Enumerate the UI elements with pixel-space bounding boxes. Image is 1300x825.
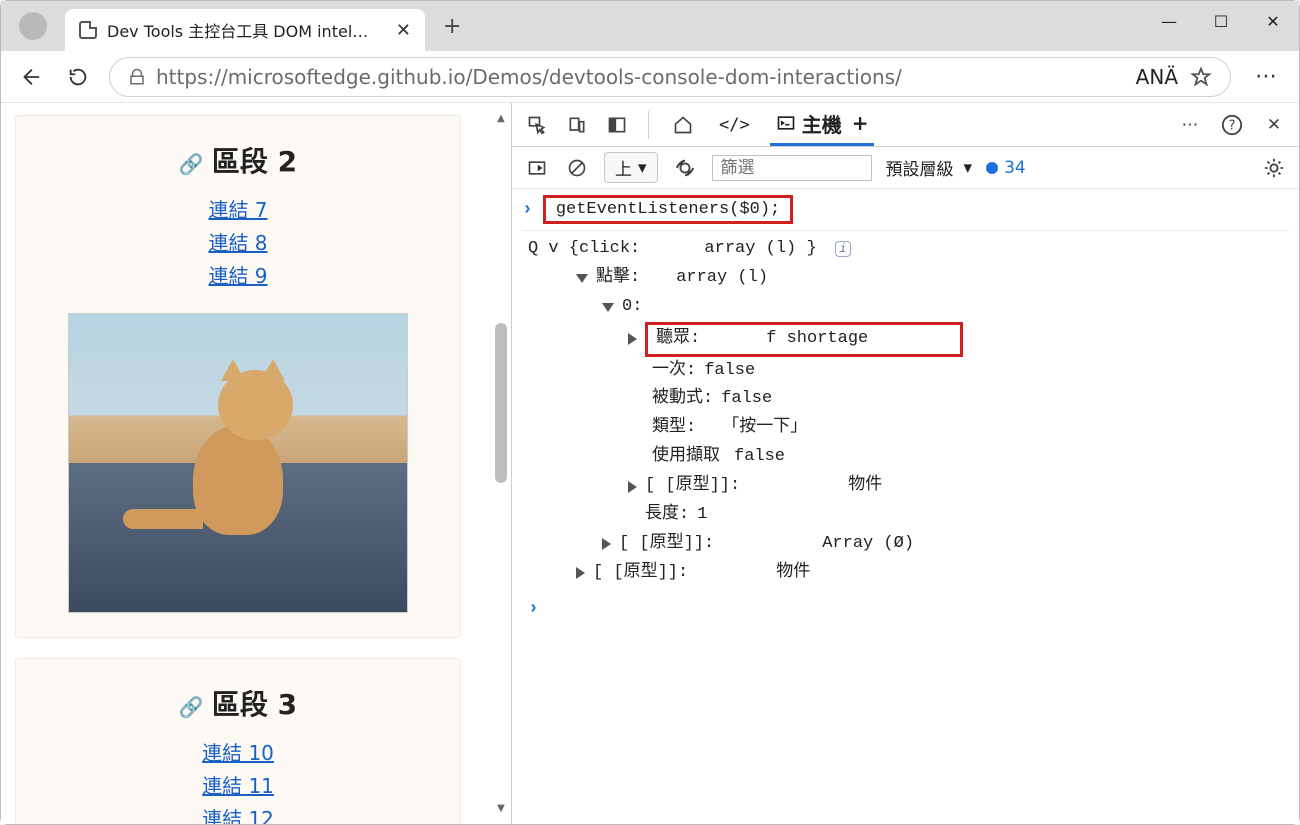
browser-titlebar: Dev Tools 主控台工具 DOM intel… ✕ + — ☐ ✕ — [1, 1, 1299, 51]
triangle-down-icon — [576, 274, 588, 283]
section-heading-2: 🔗區段 2 — [36, 140, 440, 180]
message-count: 34 — [1004, 158, 1026, 178]
tree-row[interactable]: [ [原型]]: Array (Ø) — [602, 530, 1289, 559]
context-selector[interactable]: 上 ▾ — [604, 152, 658, 183]
toggle-sidebar-icon[interactable] — [524, 155, 550, 181]
link-icon: 🔗 — [179, 152, 204, 176]
tree-row[interactable]: 0: — [602, 293, 1289, 322]
add-tab-plus[interactable]: + — [852, 111, 869, 135]
page-link[interactable]: 連結 11 — [36, 770, 440, 799]
console-toolbar: 上 ▾ 預設層級 ▾ 34 — [512, 147, 1299, 189]
tree-row-listener[interactable]: 聽眾: f shortage — [628, 322, 1289, 357]
triangle-right-icon — [602, 538, 611, 550]
tree-row: 長度: 1 — [628, 501, 1289, 530]
tab-label: 主機 — [802, 109, 842, 138]
page-icon — [79, 21, 97, 39]
console-filter-input[interactable] — [712, 155, 872, 181]
clear-console-icon[interactable] — [564, 155, 590, 181]
window-minimize-button[interactable]: — — [1143, 1, 1195, 41]
devtools-more-icon[interactable]: ⋯ — [1177, 112, 1203, 138]
window-maximize-button[interactable]: ☐ — [1195, 1, 1247, 41]
levels-label: 預設層級 — [886, 155, 954, 180]
tree-row[interactable]: [ [原型]]: 物件 — [576, 559, 1289, 588]
live-expression-icon[interactable] — [672, 155, 698, 181]
refresh-icon — [67, 66, 89, 88]
favorite-icon[interactable] — [1190, 66, 1212, 88]
page-link[interactable]: 連結 12 — [36, 803, 440, 824]
devtools-tab-welcome[interactable] — [667, 103, 699, 146]
tree-row: 被動式: false — [652, 385, 1289, 414]
browser-tab[interactable]: Dev Tools 主控台工具 DOM intel… ✕ — [65, 9, 425, 51]
section-heading-3: 🔗區段 3 — [36, 683, 440, 723]
home-icon — [673, 115, 693, 135]
console-settings-icon[interactable] — [1261, 155, 1287, 181]
prompt-chevron-icon: › — [522, 200, 533, 220]
devtools-close-icon[interactable]: ✕ — [1261, 112, 1287, 138]
chevron-down-icon: ▾ — [964, 158, 973, 178]
address-bar: https://microsoftedge.github.io/Demos/de… — [1, 51, 1299, 103]
devtools-tab-console[interactable]: 主機 + — [770, 103, 875, 146]
message-count-badge[interactable]: 34 — [986, 158, 1026, 178]
tree-row: 類型: 「按一下」 — [652, 414, 1289, 443]
page-link[interactable]: 連結 9 — [36, 260, 440, 289]
console-body: › getEventListeners($0); Q v {click: arr… — [512, 189, 1299, 824]
section-card-2: 🔗區段 2 連結 7 連結 8 連結 9 — [15, 115, 461, 638]
devtools-tabstrip: </> 主機 + ⋯ ? ✕ — [512, 103, 1299, 147]
link-icon: 🔗 — [179, 695, 204, 719]
context-label: 上 — [615, 155, 632, 180]
tree-row: 一次: false — [652, 357, 1289, 386]
result-header[interactable]: Q v {click: array (l) } i — [528, 235, 1289, 264]
new-tab-button[interactable]: + — [443, 14, 461, 39]
arrow-left-icon — [19, 66, 41, 88]
browser-menu-button[interactable]: ⋯ — [1245, 64, 1287, 89]
panel-layout-icon[interactable] — [604, 112, 630, 138]
profile-badge[interactable]: ANÄ — [1136, 65, 1178, 89]
devtools-tab-elements[interactable]: </> — [713, 103, 756, 146]
omnibox[interactable]: https://microsoftedge.github.io/Demos/de… — [109, 57, 1231, 97]
console-output: Q v {click: array (l) } i 點擊: array (l) … — [522, 231, 1289, 634]
devtools-help-icon[interactable]: ? — [1219, 112, 1245, 138]
prompt-chevron-icon[interactable]: › — [528, 594, 1289, 625]
device-toggle-icon[interactable] — [564, 112, 590, 138]
window-close-button[interactable]: ✕ — [1247, 1, 1299, 41]
triangle-right-icon — [628, 481, 637, 493]
close-tab-icon[interactable]: ✕ — [396, 20, 411, 41]
tab-title: Dev Tools 主控台工具 DOM intel… — [107, 18, 386, 42]
highlight-box: getEventListeners($0); — [543, 195, 793, 224]
highlight-box: 聽眾: f shortage — [645, 322, 963, 357]
message-dot-icon — [986, 162, 998, 174]
profile-avatar[interactable] — [19, 12, 47, 40]
tree-row: 使用擷取 false — [652, 443, 1289, 472]
triangle-right-icon — [576, 567, 585, 579]
tree-row[interactable]: 點擊: array (l) — [576, 264, 1289, 293]
page-link[interactable]: 連結 8 — [36, 227, 440, 256]
page-link[interactable]: 連結 7 — [36, 194, 440, 223]
page-scrollbar-thumb[interactable] — [495, 323, 507, 483]
code-icon: </> — [719, 115, 750, 135]
devtools-panel: </> 主機 + ⋯ ? ✕ 上 ▾ 預設層級 ▾ — [511, 103, 1299, 824]
info-icon[interactable]: i — [835, 241, 851, 257]
section-card-3: 🔗區段 3 連結 10 連結 11 連結 12 — [15, 658, 461, 824]
back-button[interactable] — [13, 60, 47, 94]
inspect-element-icon[interactable] — [524, 112, 550, 138]
log-levels-selector[interactable]: 預設層級 ▾ — [886, 155, 973, 180]
page-scrollbar-track[interactable]: ▲ ▼ — [495, 113, 507, 814]
tree-row[interactable]: [ [原型]]: 物件 — [628, 472, 1289, 501]
console-input-row[interactable]: › getEventListeners($0); — [522, 195, 1289, 231]
console-input-text: getEventListeners($0); — [556, 200, 780, 219]
lock-icon — [128, 68, 146, 86]
page-content: 🔗區段 2 連結 7 連結 8 連結 9 🔗區段 3 連結 10 連結 11 連… — [1, 103, 511, 824]
cat-image — [68, 313, 408, 613]
page-link[interactable]: 連結 10 — [36, 737, 440, 766]
triangle-down-icon — [602, 303, 614, 312]
refresh-button[interactable] — [61, 60, 95, 94]
scroll-up-arrow-icon[interactable]: ▲ — [495, 113, 507, 124]
url-text: https://microsoftedge.github.io/Demos/de… — [156, 65, 902, 89]
triangle-right-icon — [628, 333, 637, 345]
console-icon — [776, 113, 796, 133]
svg-text:?: ? — [1229, 118, 1236, 133]
chevron-down-icon: ▾ — [638, 158, 647, 178]
scroll-down-arrow-icon[interactable]: ▼ — [495, 803, 507, 814]
